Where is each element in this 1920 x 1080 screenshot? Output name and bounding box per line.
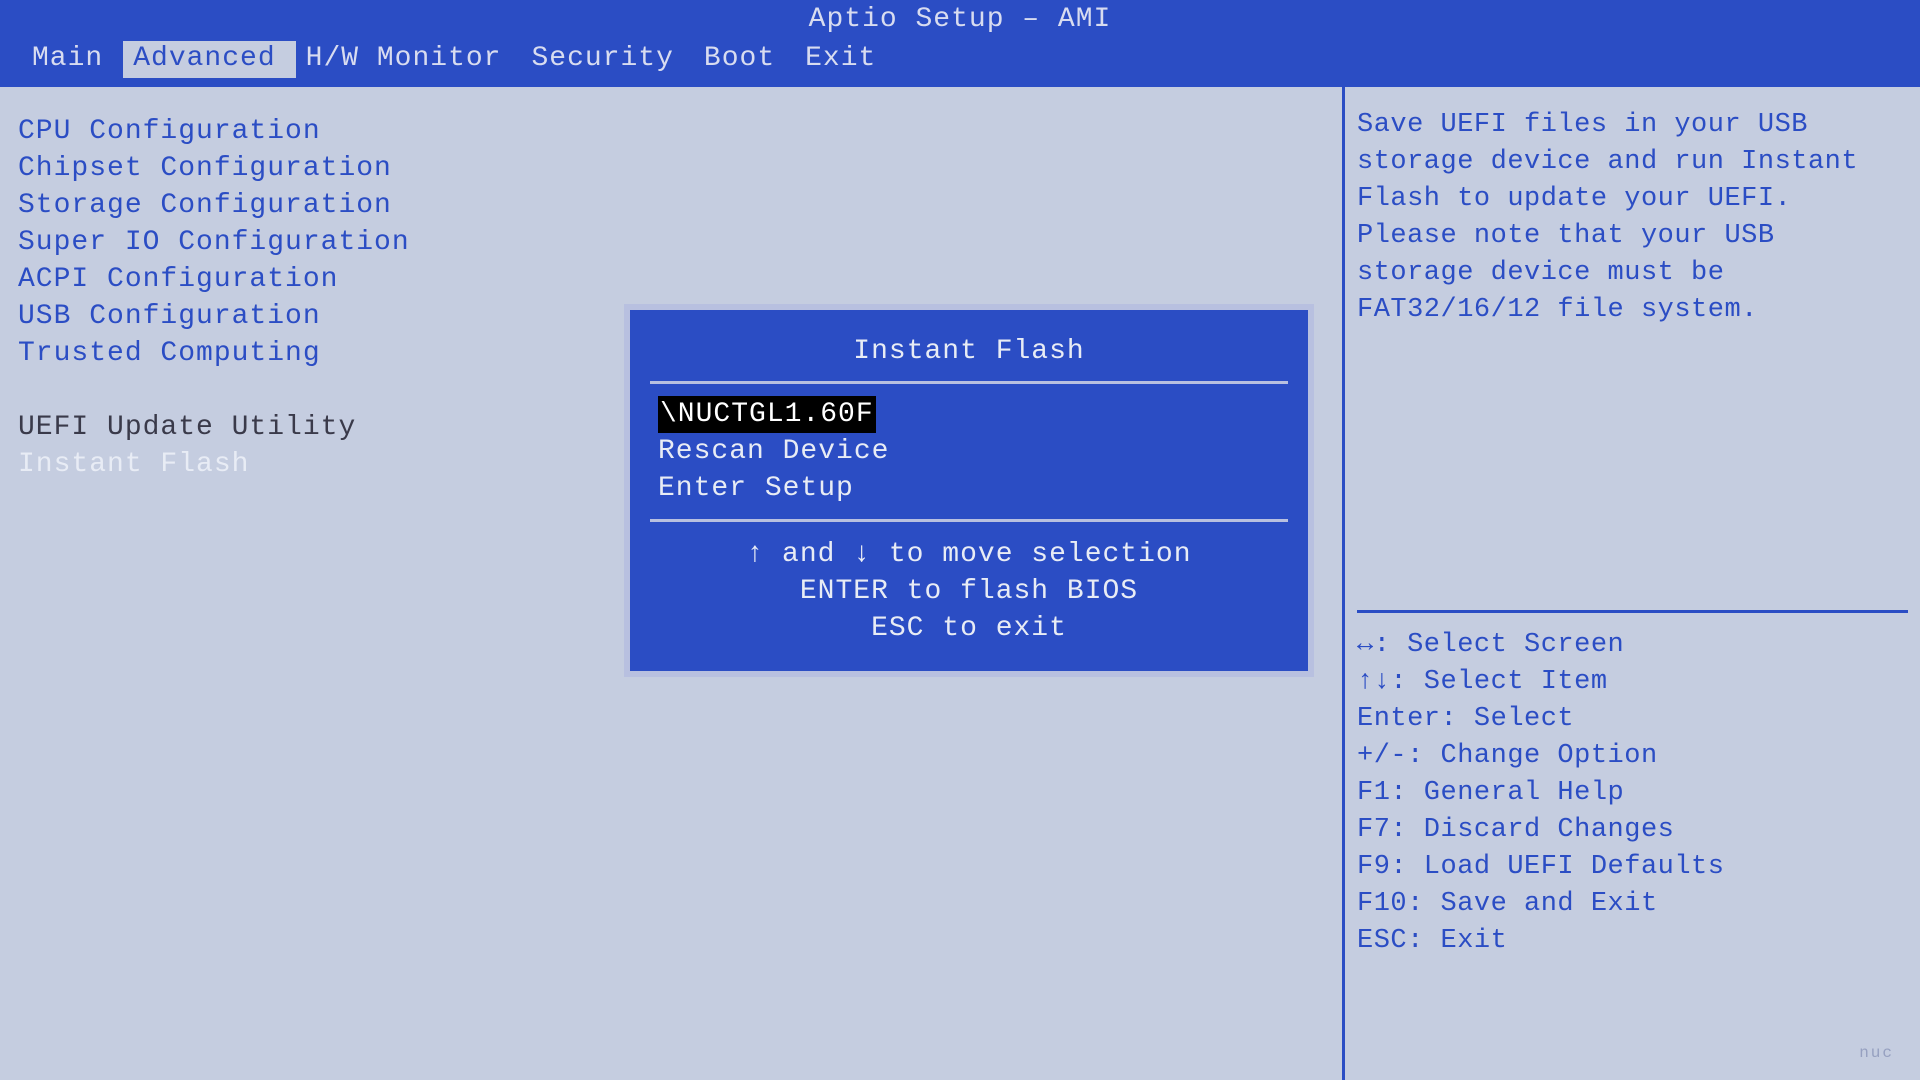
watermark: nuc bbox=[1859, 1044, 1894, 1062]
hint-select-item: ↑↓: Select Item bbox=[1357, 664, 1908, 701]
menu-chipset-configuration[interactable]: Chipset Configuration bbox=[18, 150, 1324, 187]
key-hints: ↔: Select Screen ↑↓: Select Item Enter: … bbox=[1357, 627, 1908, 1060]
help-text: Save UEFI files in your USB storage devi… bbox=[1357, 107, 1908, 602]
dialog-item-enter-setup[interactable]: Enter Setup bbox=[658, 470, 1280, 507]
hint-enter-select: Enter: Select bbox=[1357, 701, 1908, 738]
header-bar: Aptio Setup – AMI Main Advanced H/W Moni… bbox=[0, 0, 1920, 84]
tab-bar: Main Advanced H/W Monitor Security Boot … bbox=[0, 35, 1920, 78]
tab-security[interactable]: Security bbox=[521, 41, 693, 78]
instant-flash-dialog: Instant Flash \NUCTGL1.60F Rescan Device… bbox=[624, 304, 1314, 677]
menu-storage-configuration[interactable]: Storage Configuration bbox=[18, 187, 1324, 224]
hint-general-help: F1: General Help bbox=[1357, 775, 1908, 812]
tab-exit[interactable]: Exit bbox=[795, 41, 896, 78]
dialog-footer-line-2: ENTER to flash BIOS bbox=[646, 573, 1292, 610]
page-title: Aptio Setup – AMI bbox=[0, 0, 1920, 35]
tab-hw-monitor[interactable]: H/W Monitor bbox=[296, 41, 522, 78]
tab-main[interactable]: Main bbox=[22, 41, 123, 78]
dialog-footer-line-3: ESC to exit bbox=[646, 610, 1292, 647]
dialog-body: \NUCTGL1.60F Rescan Device Enter Setup bbox=[646, 384, 1292, 519]
dialog-footer-line-1: ↑ and ↓ to move selection bbox=[646, 536, 1292, 573]
hint-load-defaults: F9: Load UEFI Defaults bbox=[1357, 849, 1908, 886]
hint-discard-changes: F7: Discard Changes bbox=[1357, 812, 1908, 849]
right-panel-divider bbox=[1357, 610, 1908, 613]
dialog-item-rescan[interactable]: Rescan Device bbox=[658, 433, 1280, 470]
tab-boot[interactable]: Boot bbox=[694, 41, 795, 78]
dialog-footer: ↑ and ↓ to move selection ENTER to flash… bbox=[646, 522, 1292, 653]
right-panel: Save UEFI files in your USB storage devi… bbox=[1345, 87, 1920, 1080]
menu-super-io-configuration[interactable]: Super IO Configuration bbox=[18, 224, 1324, 261]
hint-esc-exit: ESC: Exit bbox=[1357, 923, 1908, 960]
tab-advanced[interactable]: Advanced bbox=[123, 41, 295, 78]
dialog-item-file[interactable]: \NUCTGL1.60F bbox=[658, 396, 876, 433]
menu-acpi-configuration[interactable]: ACPI Configuration bbox=[18, 261, 1324, 298]
dialog-title: Instant Flash bbox=[646, 318, 1292, 381]
hint-select-screen: ↔: Select Screen bbox=[1357, 627, 1908, 664]
hint-save-exit: F10: Save and Exit bbox=[1357, 886, 1908, 923]
hint-change-option: +/-: Change Option bbox=[1357, 738, 1908, 775]
menu-cpu-configuration[interactable]: CPU Configuration bbox=[18, 113, 1324, 150]
